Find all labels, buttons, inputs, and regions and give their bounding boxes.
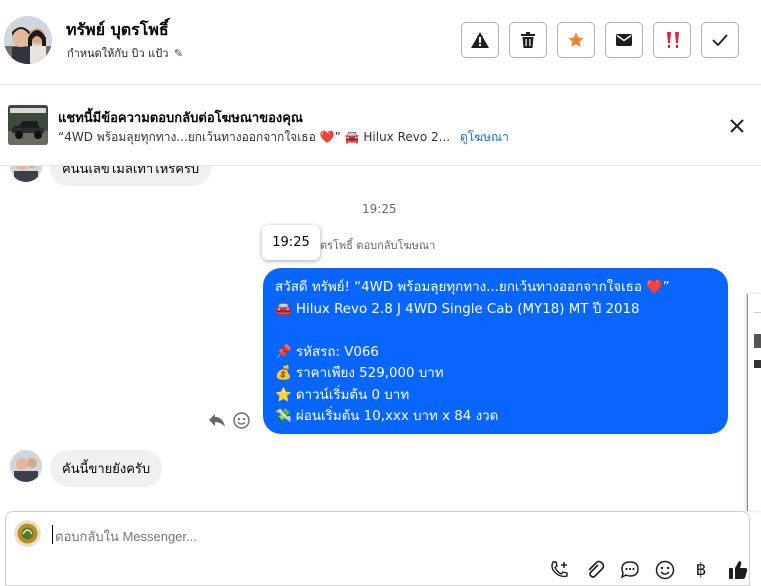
time-tooltip: 19:25	[262, 225, 320, 260]
panel-divider	[754, 312, 761, 313]
saved-replies-icon[interactable]	[619, 559, 641, 581]
reply-action-icon[interactable]	[208, 412, 226, 432]
outgoing-line: 📌 รหัสรถ: V066	[275, 344, 379, 360]
assignment-text: กำหนดให้กับ บิว แป้ว	[67, 47, 169, 60]
trash-icon	[521, 32, 535, 48]
star-button[interactable]	[557, 22, 595, 58]
outgoing-line	[275, 320, 716, 342]
ad-reply-banner: แชทนี้มีข้อความตอบกลับต่อโฆษณาของคุณ “4W…	[0, 85, 761, 166]
message-timestamp: 19:25	[362, 202, 397, 216]
outgoing-line: 🚘 Hilux Revo 2.8 J 4WD Single Cab (MY18)…	[275, 301, 640, 317]
assignment-label[interactable]: กำหนดให้กับ บิว แป้ว ✎	[67, 44, 183, 62]
message-composer: ฿	[5, 511, 750, 586]
report-button[interactable]	[461, 22, 499, 58]
outgoing-line: 💸 ผ่อนเริ่มต้น 10,xxx บาท x 84 งวด	[275, 409, 499, 424]
message-thread[interactable]: คันนี้เลขไมล์เท่าไหร่ครับ 19:25 ตรโพธิ์ …	[0, 166, 761, 511]
contact-avatar-small	[10, 450, 42, 482]
baht-icon[interactable]: ฿	[690, 559, 712, 581]
contact-avatar[interactable]	[4, 16, 52, 64]
warning-icon	[471, 32, 489, 48]
incoming-message[interactable]: คันนี้ขายยังครับ	[50, 450, 163, 487]
call-add-icon[interactable]	[548, 559, 570, 581]
double-exclamation-icon	[667, 32, 679, 48]
incoming-message-text: คันนี้ขายยังครับ	[62, 462, 151, 477]
outgoing-line: ⭐ ดาวน์เริ่มต้น 0 บาท	[275, 387, 410, 403]
side-popup-panel	[747, 294, 761, 511]
important-button[interactable]	[653, 22, 691, 58]
panel-thumbnail	[754, 360, 761, 368]
ad-reply-context: ตรโพธิ์ ตอบกลับโฆษณา	[320, 239, 436, 252]
ad-banner-title: แชทนี้มีข้อความตอบกลับต่อโฆษณาของคุณ	[58, 111, 303, 126]
panel-thumbnail	[754, 334, 761, 348]
outgoing-line: 💰 ราคาเพียง 529,000 บาท	[275, 366, 444, 381]
incoming-message-text: คันนี้เลขไมล์เท่าไหร่ครับ	[62, 166, 200, 177]
reply-input[interactable]	[53, 524, 537, 548]
star-icon	[568, 32, 584, 47]
thumbs-up-icon[interactable]	[727, 559, 749, 581]
close-icon	[730, 119, 744, 133]
ad-thumbnail[interactable]	[8, 105, 48, 145]
ad-banner-preview-row: “4WD พร้อมลุยทุกทาง...ยกเว้นทางออกจากใจเ…	[58, 128, 509, 147]
attachment-icon[interactable]	[584, 559, 606, 581]
conversation-header: ทรัพย์ บุตรโพธิ์ กำหนดให้กับ บิว แป้ว ✎	[0, 0, 761, 85]
react-emoji-icon[interactable]	[233, 412, 250, 433]
done-button[interactable]	[701, 22, 739, 58]
envelope-icon	[616, 34, 632, 46]
delete-button[interactable]	[509, 22, 547, 58]
contact-name[interactable]: ทรัพย์ บุตรโพธิ์	[66, 18, 169, 43]
view-ad-link[interactable]: ดูโฆษณา	[460, 130, 509, 144]
mark-unread-button[interactable]	[605, 22, 643, 58]
outgoing-message[interactable]: สวัสดี ทรัพย์! “4WD พร้อมลุยทุกทาง...ยกเ…	[263, 268, 728, 434]
close-banner-button[interactable]	[727, 116, 747, 136]
pencil-icon[interactable]: ✎	[174, 47, 183, 60]
emoji-icon[interactable]	[654, 559, 676, 581]
contact-avatar-small	[10, 166, 42, 182]
page-avatar	[14, 520, 41, 547]
ad-preview-text: “4WD พร้อมลุยทุกทาง...ยกเว้นทางออกจากใจเ…	[58, 130, 451, 144]
incoming-message[interactable]: คันนี้เลขไมล์เท่าไหร่ครับ	[50, 166, 212, 186]
checkmark-icon	[712, 34, 728, 46]
outgoing-line: สวัสดี ทรัพย์! “4WD พร้อมลุยทุกทาง...ยกเ…	[275, 280, 670, 295]
